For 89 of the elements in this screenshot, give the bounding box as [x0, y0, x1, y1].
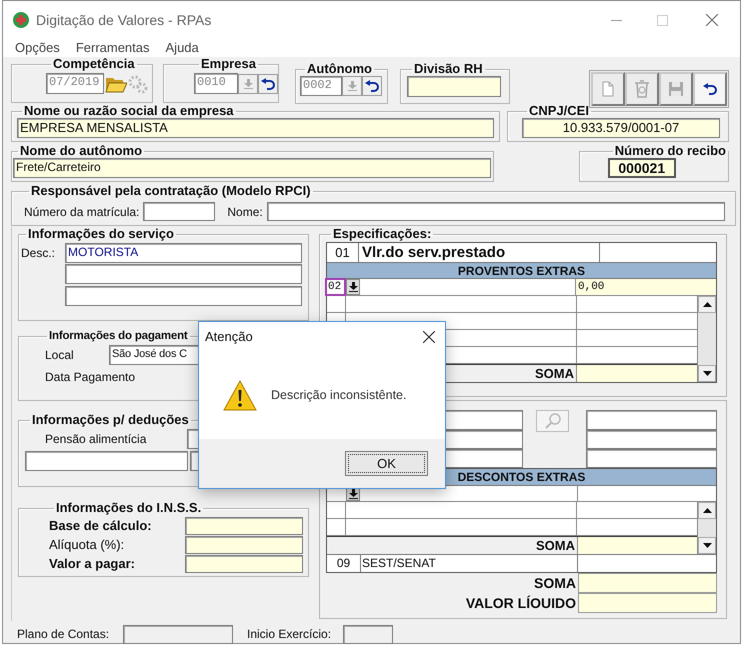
- download-icon: [348, 488, 358, 498]
- table-cell: 0,00: [576, 279, 716, 295]
- input-field[interactable]: [185, 554, 303, 572]
- group-title: Informações do pagament: [48, 329, 189, 343]
- scroll-down-icon[interactable]: [702, 371, 712, 376]
- download-icon: [244, 78, 252, 88]
- field-label: Valor a pagar:: [49, 554, 136, 573]
- undo-button[interactable]: [362, 76, 382, 96]
- group-title: Informações p/ deduções: [31, 413, 190, 427]
- scrollbar[interactable]: [697, 502, 716, 554]
- group-title: Informações do serviço: [27, 227, 175, 241]
- menu-item[interactable]: Opções: [15, 38, 60, 58]
- undo-button[interactable]: [258, 74, 278, 94]
- save-icon: [668, 81, 684, 97]
- field-label: Plano de Contas:: [17, 626, 110, 643]
- field-label: Data Pagamento: [45, 370, 136, 384]
- dialog-title: Atenção: [205, 328, 253, 346]
- company-name-field[interactable]: EMPRESA MENSALISTA: [17, 118, 494, 138]
- menu-item[interactable]: Ferramentas: [76, 38, 150, 58]
- scroll-up-icon[interactable]: [702, 302, 712, 307]
- input-field[interactable]: [343, 624, 393, 644]
- table-cell: 09: [327, 555, 361, 572]
- field-label: Local: [45, 347, 75, 364]
- table-cell[interactable]: [360, 279, 576, 295]
- group-title: Competência: [52, 57, 136, 71]
- undo-icon: [365, 80, 379, 92]
- input-field[interactable]: [586, 430, 717, 449]
- autonomo-name-field[interactable]: Frete/Carreteiro: [13, 158, 491, 178]
- table-cell: 01: [327, 243, 359, 262]
- close-icon[interactable]: [423, 331, 435, 343]
- input-field[interactable]: [185, 536, 303, 554]
- undo-icon: [703, 83, 717, 95]
- download-icon: [348, 81, 356, 91]
- input-field[interactable]: [143, 202, 216, 221]
- input-field[interactable]: [65, 286, 302, 306]
- field-label: Alíquota (%):: [49, 536, 126, 554]
- table-cell[interactable]: 02: [325, 278, 346, 296]
- app-logo-icon: [13, 12, 29, 28]
- document-icon: [602, 81, 614, 97]
- input-field[interactable]: [586, 449, 717, 468]
- field-label: Número da matrícula:: [24, 204, 140, 220]
- menu-item[interactable]: Ajuda: [166, 38, 199, 58]
- group-title: Especificações:: [332, 227, 432, 241]
- group-title: Nome ou razão social da empresa: [23, 104, 235, 118]
- scroll-up-icon[interactable]: [702, 508, 712, 513]
- ok-button[interactable]: OK: [345, 451, 428, 476]
- group-title: CNPJ/CEI: [528, 104, 590, 118]
- group-title: Informações do I.N.S.S.: [55, 501, 202, 515]
- group-title: Número do recibo: [614, 144, 727, 158]
- table-cell: Vlr.do serv.prestado: [359, 243, 600, 262]
- autonomo-field[interactable]: 0002: [300, 76, 342, 96]
- field-label: Base de cálculo:: [49, 516, 153, 535]
- input-field[interactable]: [266, 202, 725, 221]
- scroll-down-icon[interactable]: [702, 543, 712, 548]
- undo-icon: [261, 78, 275, 90]
- description-field[interactable]: MOTORISTA: [65, 243, 302, 263]
- dialog-message: Descrição inconsistênte.: [271, 387, 406, 404]
- group-title: Empresa: [200, 57, 257, 71]
- empresa-field[interactable]: 0010: [194, 73, 238, 94]
- group-title: Autônomo: [306, 62, 373, 76]
- scrollbar[interactable]: [697, 296, 716, 382]
- group-title: Nome do autônomo: [19, 144, 144, 158]
- table-cell: SEST/SENAT: [361, 555, 578, 572]
- receipt-number: 000021: [608, 158, 676, 178]
- field-label: Nome:: [227, 204, 263, 220]
- total-label: VALOR LÍOUIDO: [464, 594, 577, 613]
- field-label: Pensão alimentícia: [45, 431, 148, 448]
- download-icon: [348, 282, 358, 292]
- table-row[interactable]: [327, 486, 716, 502]
- field-label: Inicio Exercício:: [247, 626, 332, 643]
- window-title: Digitação de Valores - RPAs: [36, 10, 212, 30]
- input-field[interactable]: [25, 451, 188, 471]
- input-field[interactable]: [123, 624, 233, 644]
- search-icon: [544, 413, 560, 429]
- cnpj-field[interactable]: 10.933.579/0001-07: [522, 118, 720, 138]
- field-label: Desc.:: [21, 245, 56, 262]
- total-label: SOMA: [533, 574, 577, 593]
- input-field[interactable]: [185, 516, 303, 534]
- input-field[interactable]: [65, 264, 302, 284]
- group-title: Divisão RH: [413, 62, 484, 76]
- toolbar-button[interactable]: [693, 72, 727, 106]
- trash-icon: [634, 80, 650, 98]
- warning-icon: [223, 380, 257, 411]
- input-field[interactable]: [407, 76, 501, 97]
- group-title: Responsável pela contratação (Modelo RPCI): [30, 184, 312, 198]
- section-header: PROVENTOS EXTRAS: [327, 263, 716, 279]
- table-row[interactable]: [327, 296, 697, 313]
- competencia-field[interactable]: 07/2019: [46, 73, 104, 94]
- input-field[interactable]: [586, 410, 717, 430]
